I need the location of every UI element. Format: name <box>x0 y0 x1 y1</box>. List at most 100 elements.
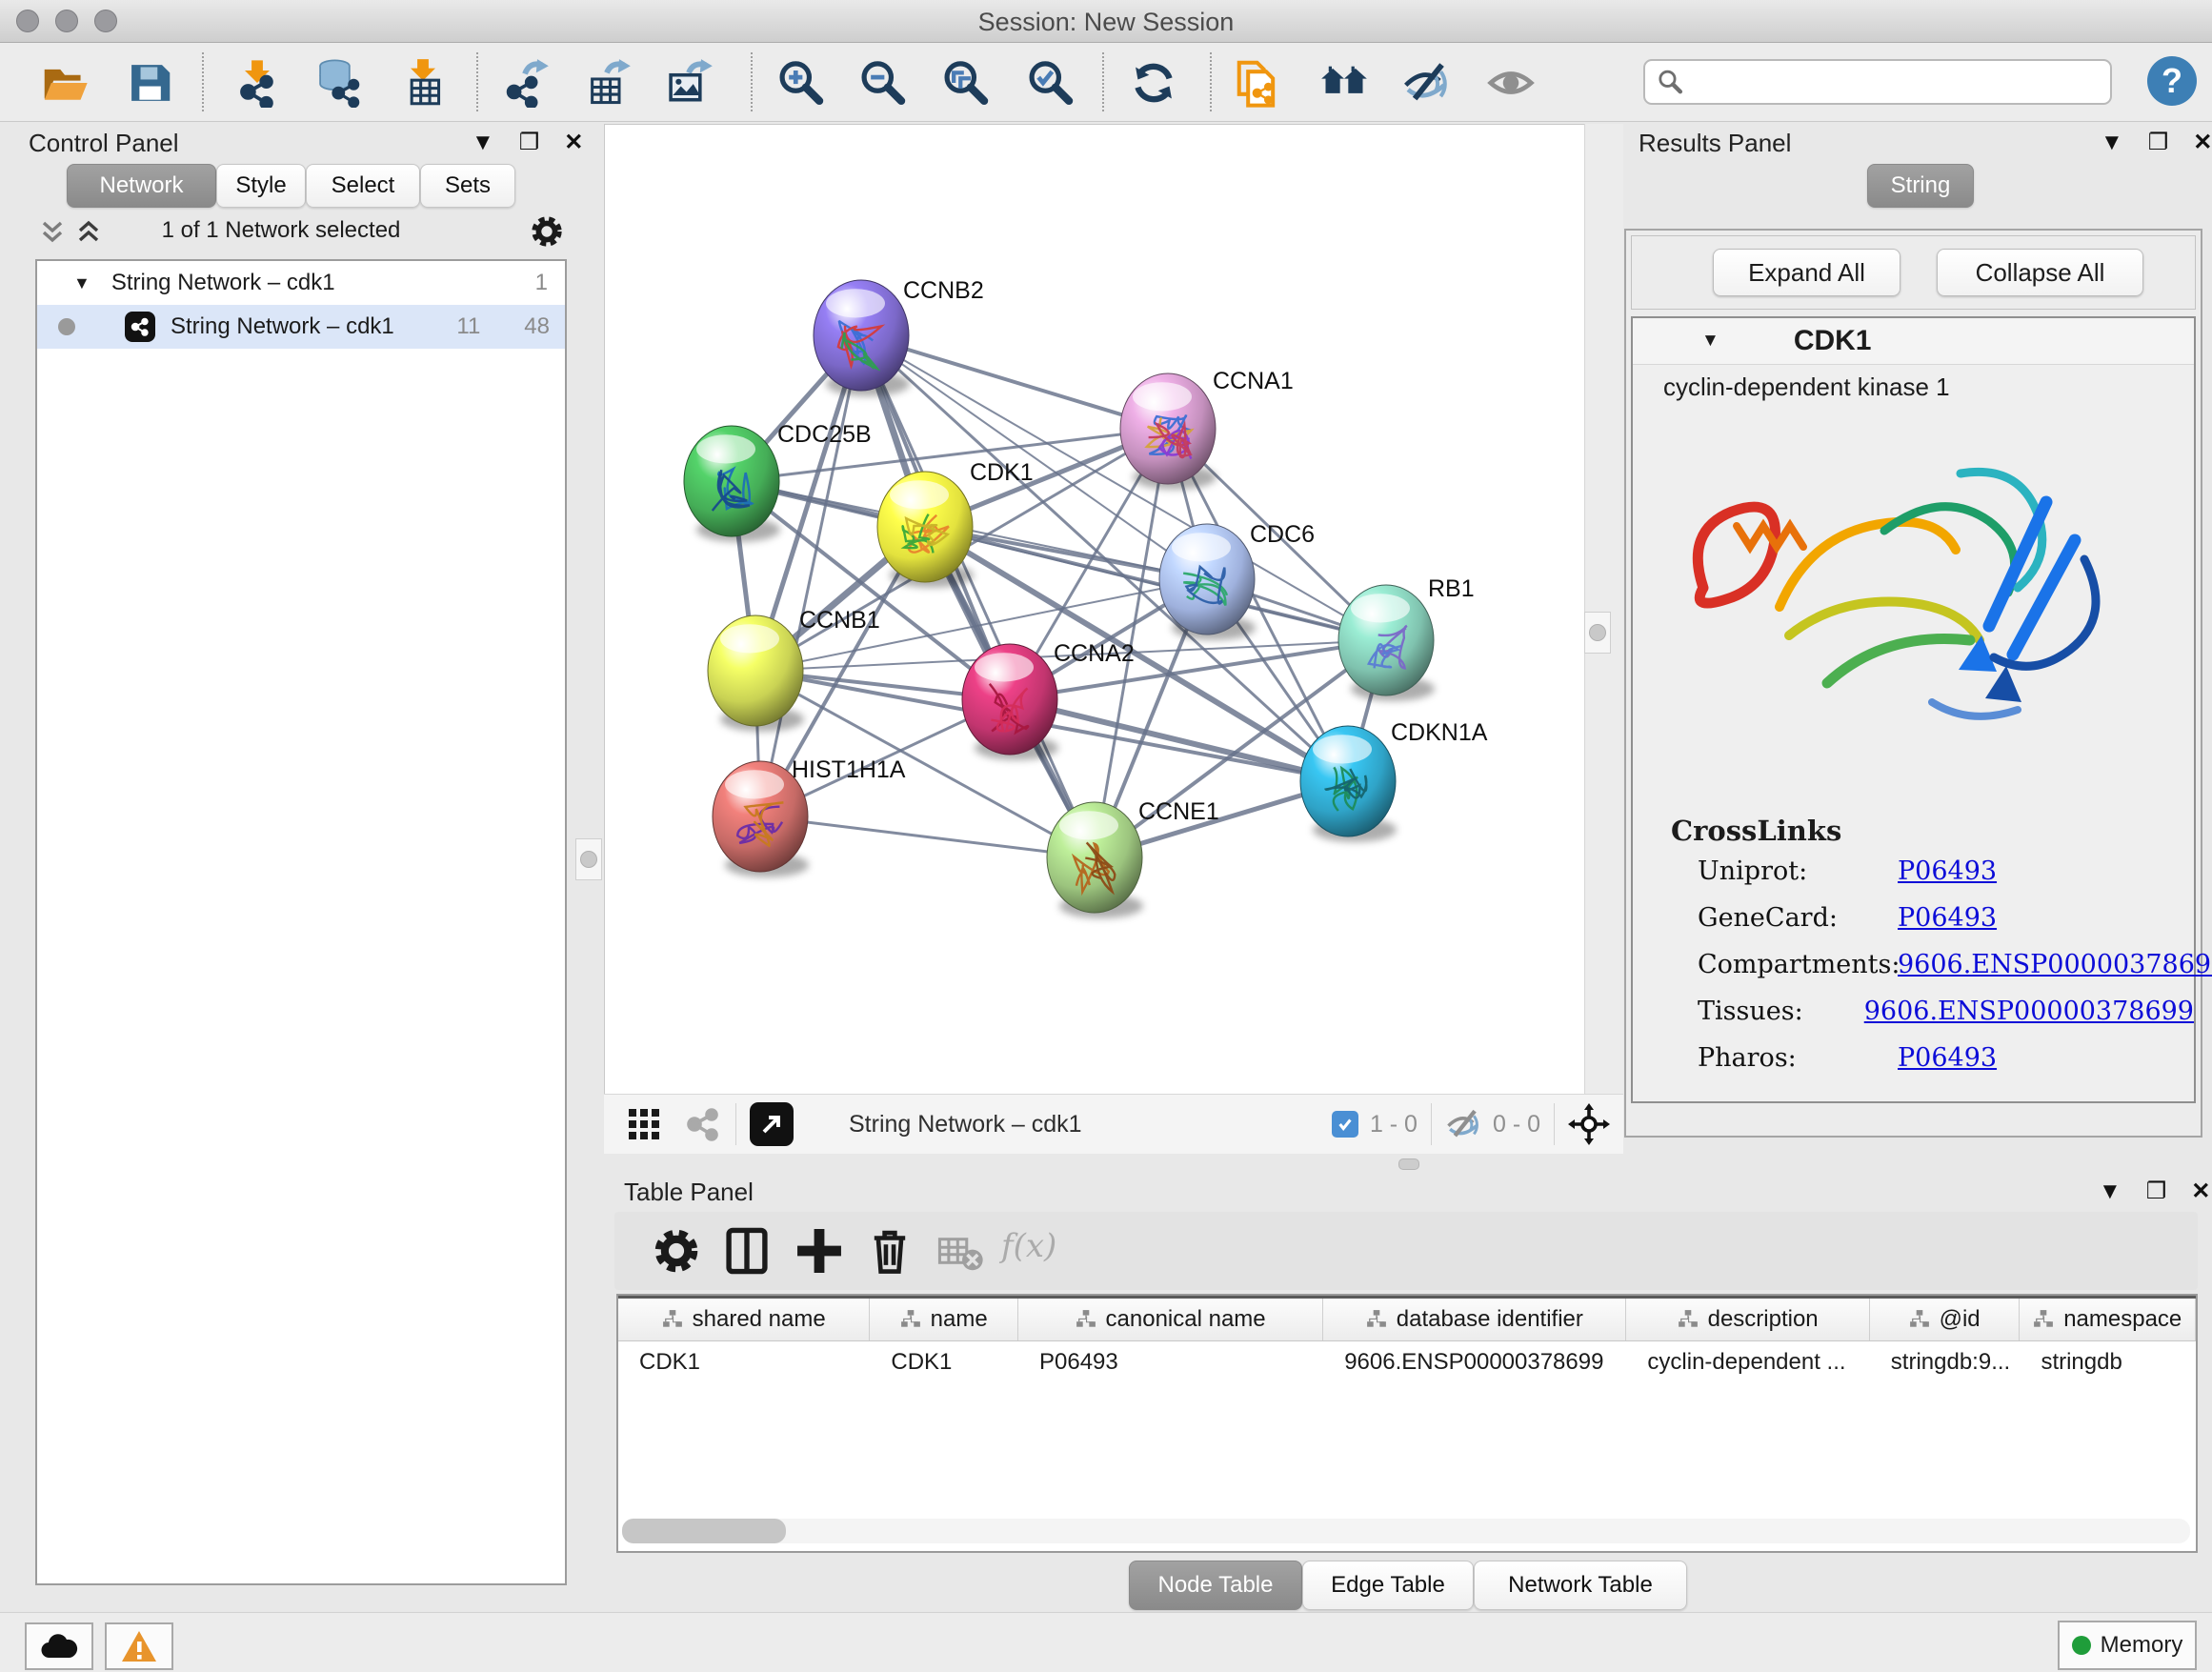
expand-all-networks-icon[interactable] <box>74 217 103 248</box>
tab-network-table[interactable]: Network Table <box>1474 1561 1687 1610</box>
results-panel-maximize-button[interactable]: ❐ <box>2148 129 2169 156</box>
table-row[interactable]: CDK1CDK1P064939606.ENSP00000378699cyclin… <box>618 1341 2196 1383</box>
table-panel-close-button[interactable]: ✕ <box>2191 1178 2210 1205</box>
show-columns-icon[interactable] <box>721 1225 773 1277</box>
node-CCNB1[interactable] <box>708 615 804 732</box>
node-CDKN1A[interactable] <box>1300 726 1397 842</box>
tab-select[interactable]: Select <box>306 164 420 208</box>
scrollbar-thumb[interactable] <box>622 1519 786 1543</box>
column-header-description[interactable]: description <box>1626 1299 1869 1340</box>
network-canvas[interactable]: CCNB2CCNA1CDC25BCDK1CDC6RB1CCNB1CCNA2CDK… <box>604 124 1585 1096</box>
main-toolbar: ? <box>0 43 2212 122</box>
crosslink-link[interactable]: 9606.ENSP00000378699 <box>1898 950 2212 979</box>
memory-button[interactable]: Memory <box>2058 1621 2197 1670</box>
node-CCNA2[interactable] <box>962 644 1058 760</box>
tab-style[interactable]: Style <box>216 164 306 208</box>
add-column-icon[interactable] <box>794 1225 845 1277</box>
tab-node-table[interactable]: Node Table <box>1129 1561 1302 1610</box>
protein-card-header[interactable]: ▼ CDK1 <box>1633 318 2194 364</box>
tab-edge-table[interactable]: Edge Table <box>1302 1561 1474 1610</box>
export-image-button[interactable] <box>664 58 714 108</box>
collapse-all-networks-icon[interactable] <box>38 217 67 248</box>
first-neighbors-button[interactable] <box>1319 58 1369 108</box>
node-CDC25B[interactable] <box>684 426 780 542</box>
clone-network-button[interactable] <box>1235 58 1284 108</box>
search-box[interactable] <box>1643 59 2112 105</box>
collapse-all-button[interactable]: Collapse All <box>1937 249 2143 296</box>
crosslink-link[interactable]: P06493 <box>1898 903 1997 933</box>
search-input[interactable] <box>1683 68 2087 96</box>
show-all-button[interactable] <box>1486 58 1536 108</box>
import-table-file-button[interactable] <box>398 58 448 108</box>
edge-CCNA2-CDKN1A[interactable] <box>1010 699 1348 781</box>
collection-expander-icon[interactable]: ▼ <box>73 273 90 293</box>
apply-layout-button[interactable] <box>1129 58 1178 108</box>
crosslink-link[interactable]: 9606.ENSP00000378699 <box>1864 997 2194 1026</box>
network-graph[interactable]: CCNB2CCNA1CDC25BCDK1CDC6RB1CCNB1CCNA2CDK… <box>605 125 1584 1095</box>
node-label-CCNB2: CCNB2 <box>903 277 984 304</box>
column-header-database-identifier[interactable]: database identifier <box>1323 1299 1626 1340</box>
zoom-in-button[interactable] <box>775 58 825 108</box>
control-panel-maximize-button[interactable]: ❐ <box>519 129 540 156</box>
column-header-shared-name[interactable]: shared name <box>618 1299 870 1340</box>
crosslink-link[interactable]: P06493 <box>1898 856 1997 886</box>
detach-view-button[interactable] <box>750 1102 794 1146</box>
network-share-icon[interactable] <box>684 1105 722 1143</box>
crosslink-link[interactable]: P06493 <box>1898 1043 1997 1073</box>
cloud-status-button[interactable] <box>25 1622 93 1670</box>
zoom-out-button[interactable] <box>857 58 907 108</box>
selected-checkbox[interactable] <box>1332 1111 1358 1138</box>
tab-string-results[interactable]: String <box>1867 164 1974 208</box>
column-header-namespace[interactable]: namespace <box>2020 1299 2196 1340</box>
table-cell[interactable]: stringdb:9... <box>1870 1341 2021 1383</box>
table-horizontal-scrollbar[interactable] <box>622 1519 2190 1543</box>
hide-selected-button[interactable] <box>1401 58 1451 108</box>
column-header-canonical-name[interactable]: canonical name <box>1018 1299 1323 1340</box>
save-session-button[interactable] <box>125 58 174 108</box>
warnings-button[interactable] <box>105 1622 173 1670</box>
table-settings-gear-icon[interactable] <box>651 1225 702 1277</box>
network-row[interactable]: String Network – cdk1 11 48 <box>37 305 565 349</box>
node-CCNE1[interactable] <box>1047 802 1143 918</box>
import-network-file-button[interactable] <box>232 58 282 108</box>
grid-view-icon[interactable] <box>625 1105 663 1143</box>
node-RB1[interactable] <box>1338 585 1435 701</box>
table-cell[interactable]: CDK1 <box>618 1341 870 1383</box>
node-CDK1[interactable] <box>877 472 974 588</box>
network-collection-row[interactable]: ▼ String Network – cdk1 1 <box>37 261 565 305</box>
tab-network[interactable]: Network <box>67 164 216 208</box>
node-CCNA1[interactable] <box>1120 373 1217 490</box>
help-button[interactable]: ? <box>2147 56 2197 106</box>
left-splitter-handle[interactable] <box>575 838 602 880</box>
table-cell[interactable]: stringdb <box>2020 1341 2196 1383</box>
control-panel-float-button[interactable]: ▼ <box>472 130 494 156</box>
horizontal-splitter-handle[interactable] <box>1398 1158 1419 1170</box>
expand-all-button[interactable]: Expand All <box>1713 249 1900 296</box>
results-panel-close-button[interactable]: ✕ <box>2193 129 2212 156</box>
protein-expander-icon[interactable]: ▼ <box>1701 331 1719 352</box>
table-panel-float-button[interactable]: ▼ <box>2099 1178 2122 1205</box>
open-session-button[interactable] <box>40 58 90 108</box>
import-network-database-button[interactable] <box>313 58 363 108</box>
control-panel-close-button[interactable]: ✕ <box>564 129 583 156</box>
export-table-button[interactable] <box>582 58 632 108</box>
birdseye-navigator-icon[interactable] <box>1568 1103 1610 1145</box>
table-cell[interactable]: CDK1 <box>870 1341 1018 1383</box>
zoom-selected-button[interactable] <box>1025 58 1075 108</box>
right-splitter-handle[interactable] <box>1584 612 1611 654</box>
table-panel-maximize-button[interactable]: ❐ <box>2146 1178 2167 1205</box>
zoom-fit-button[interactable] <box>940 58 990 108</box>
edge-CCNB2-HIST1H1A[interactable] <box>760 335 861 816</box>
table-cell[interactable]: 9606.ENSP00000378699 <box>1323 1341 1626 1383</box>
delete-column-icon[interactable] <box>864 1225 915 1277</box>
column-header--id[interactable]: @id <box>1870 1299 2021 1340</box>
table-cell[interactable]: cyclin-dependent ... <box>1626 1341 1869 1383</box>
tab-sets[interactable]: Sets <box>420 164 515 208</box>
network-options-gear-icon[interactable] <box>529 213 565 250</box>
table-cell[interactable]: P06493 <box>1018 1341 1323 1383</box>
node-CCNB2[interactable] <box>814 280 910 396</box>
export-network-button[interactable] <box>500 58 550 108</box>
results-panel-float-button[interactable]: ▼ <box>2101 130 2123 156</box>
column-header-name[interactable]: name <box>870 1299 1018 1340</box>
edge-CCNE1-HIST1H1A[interactable] <box>760 816 1095 857</box>
